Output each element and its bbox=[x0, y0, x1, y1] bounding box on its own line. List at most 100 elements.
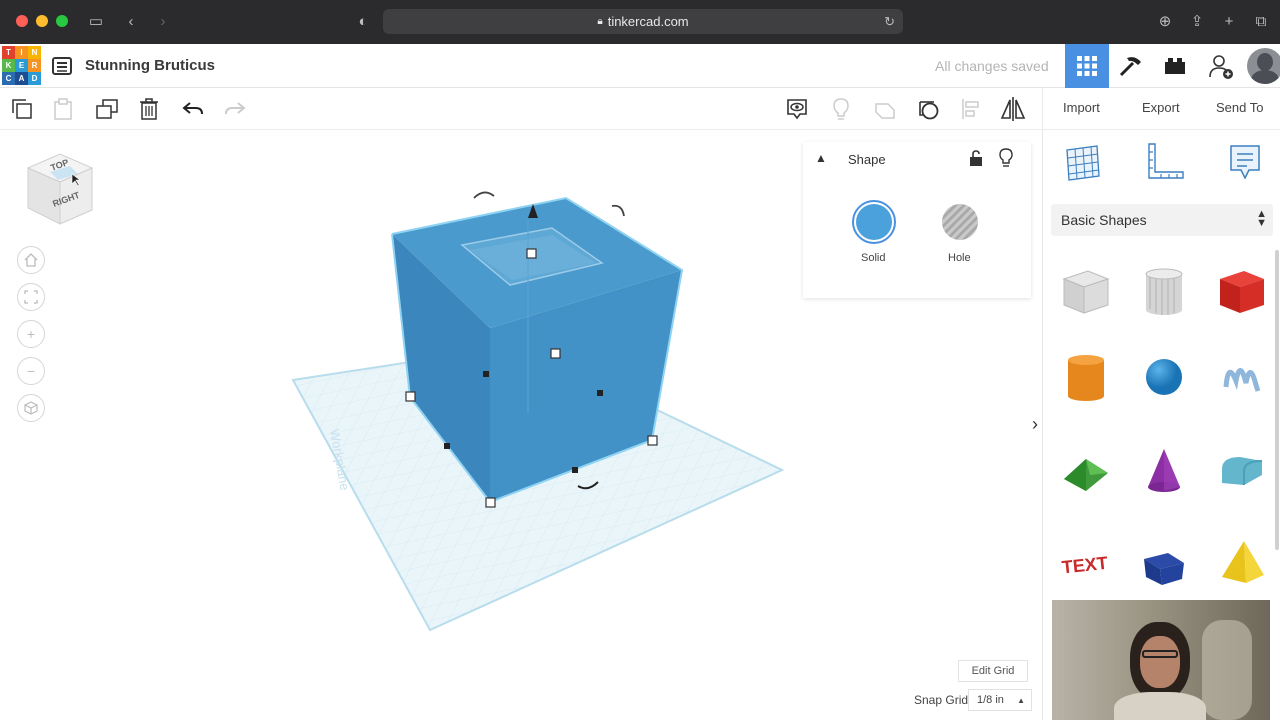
edge-handle[interactable] bbox=[444, 443, 450, 449]
workplane-tool-icon[interactable] bbox=[1063, 142, 1103, 187]
new-tab-icon[interactable]: + bbox=[1218, 12, 1240, 32]
shape-half-sphere[interactable] bbox=[1135, 534, 1193, 592]
shape-round-roof[interactable] bbox=[1213, 442, 1271, 500]
shape-panel-title: Shape bbox=[848, 152, 886, 167]
design-title[interactable]: Stunning Bruticus bbox=[85, 57, 215, 74]
notes-visibility-icon[interactable] bbox=[782, 94, 812, 124]
mirror-icon[interactable] bbox=[998, 94, 1028, 124]
close-window-button[interactable] bbox=[16, 15, 28, 27]
collapse-sidebar-icon[interactable]: › bbox=[1032, 414, 1038, 435]
edge-handle[interactable] bbox=[597, 390, 603, 396]
fit-icon bbox=[24, 290, 38, 304]
back-icon[interactable]: ‹ bbox=[120, 12, 142, 32]
logo-letter: K bbox=[2, 59, 15, 72]
shape-cylinder-hole[interactable] bbox=[1135, 262, 1193, 320]
forward-icon[interactable]: › bbox=[152, 12, 174, 32]
share-icon[interactable]: ⇪ bbox=[1186, 12, 1208, 32]
hole-label: Hole bbox=[948, 252, 971, 264]
edge-handle[interactable] bbox=[572, 467, 578, 473]
tinkercad-logo[interactable]: T I N K E R C A D bbox=[2, 46, 41, 85]
downloads-icon[interactable]: ⊕ bbox=[1154, 12, 1176, 32]
shape-roof[interactable] bbox=[1057, 442, 1115, 500]
align-icon[interactable] bbox=[956, 94, 986, 124]
lock-icon[interactable] bbox=[969, 149, 983, 172]
sidebar-scrollbar[interactable] bbox=[1275, 250, 1279, 550]
redo-icon[interactable] bbox=[220, 94, 250, 124]
lightbulb-icon[interactable] bbox=[826, 94, 856, 124]
shape-pyramid[interactable] bbox=[1213, 534, 1271, 592]
fit-view-button[interactable] bbox=[17, 283, 45, 311]
shape-inspector: ▲ Shape Solid Hole bbox=[803, 142, 1031, 298]
toolbar-divider bbox=[1042, 88, 1043, 130]
collapse-panel-icon[interactable]: ▲ bbox=[815, 151, 827, 165]
perspective-button[interactable] bbox=[17, 394, 45, 422]
reload-icon[interactable]: ↻ bbox=[884, 14, 895, 30]
solid-label: Solid bbox=[861, 252, 886, 264]
shape-sphere[interactable] bbox=[1135, 348, 1193, 406]
sidebar-toggle-icon[interactable]: ▭ bbox=[85, 12, 107, 32]
visibility-lightbulb-icon[interactable] bbox=[999, 148, 1013, 173]
solid-color-button[interactable] bbox=[852, 200, 896, 244]
shape-text[interactable]: TEXT bbox=[1057, 534, 1115, 592]
ruler-tool-icon[interactable] bbox=[1143, 142, 1187, 187]
logo-letter: C bbox=[2, 72, 15, 85]
design-list-icon[interactable] bbox=[40, 44, 84, 88]
logo-letter: T bbox=[2, 46, 15, 59]
shape-scribble[interactable] bbox=[1213, 348, 1271, 406]
app-header: T I N K E R C A D Stunning Bruticus All … bbox=[0, 44, 1280, 88]
paste-icon[interactable] bbox=[48, 94, 78, 124]
delete-icon[interactable] bbox=[134, 94, 164, 124]
height-handle[interactable] bbox=[526, 248, 537, 259]
snap-grid-select[interactable]: 1/8 in ▲ bbox=[968, 689, 1032, 711]
group-icon[interactable] bbox=[870, 94, 900, 124]
shape-cone[interactable] bbox=[1135, 442, 1193, 500]
corner-handle-left[interactable] bbox=[405, 391, 416, 402]
logo-letter: I bbox=[15, 46, 28, 59]
corner-handle-right[interactable] bbox=[647, 435, 658, 446]
edge-handle[interactable] bbox=[483, 371, 489, 377]
corner-handle-front[interactable] bbox=[485, 497, 496, 508]
shape-library-select[interactable]: Basic Shapes ▲ ▼ bbox=[1051, 204, 1273, 236]
text-shape-label: TEXT bbox=[1061, 553, 1109, 578]
rotate-handle-y[interactable] bbox=[611, 204, 625, 217]
home-view-button[interactable] bbox=[17, 246, 45, 274]
logo-letter: E bbox=[15, 59, 28, 72]
minimize-window-button[interactable] bbox=[36, 15, 48, 27]
select-arrows-icon: ▲ ▼ bbox=[1256, 208, 1267, 229]
3d-design-view-button[interactable] bbox=[1065, 44, 1109, 88]
duplicate-icon[interactable] bbox=[92, 94, 122, 124]
address-bar[interactable]: 🔒︎ tinkercad.com ↻ bbox=[383, 9, 903, 34]
browser-toolbar: ▭ ‹ › ◐ 🔒︎ tinkercad.com ↻ ⊕ ⇪ + ⧉ bbox=[0, 0, 1280, 44]
shape-box-hole[interactable] bbox=[1057, 262, 1115, 320]
user-avatar[interactable] bbox=[1243, 44, 1280, 88]
minus-icon: − bbox=[26, 363, 36, 379]
undo-icon[interactable] bbox=[178, 94, 208, 124]
copy-icon[interactable] bbox=[7, 94, 37, 124]
zoom-out-button[interactable]: − bbox=[17, 357, 45, 385]
send-to-button[interactable]: Send To bbox=[1216, 100, 1263, 115]
snap-grid-value: 1/8 in bbox=[977, 694, 1004, 706]
rotate-handle-x[interactable] bbox=[473, 191, 495, 199]
blocks-view-icon[interactable] bbox=[1109, 44, 1153, 88]
maximize-window-button[interactable] bbox=[56, 15, 68, 27]
save-status: All changes saved bbox=[935, 58, 1049, 74]
editor-toolbar: Import Export Send To bbox=[0, 88, 1280, 130]
invite-user-icon[interactable] bbox=[1199, 44, 1243, 88]
ungroup-icon[interactable] bbox=[914, 94, 944, 124]
center-handle[interactable] bbox=[550, 348, 561, 359]
import-button[interactable]: Import bbox=[1063, 100, 1100, 115]
notes-tool-icon[interactable] bbox=[1227, 142, 1263, 187]
privacy-shield-icon[interactable]: ◐ bbox=[352, 12, 374, 32]
edit-grid-button[interactable]: Edit Grid bbox=[958, 660, 1028, 682]
viewcube[interactable]: TOP RIGHT bbox=[22, 150, 94, 228]
shape-cylinder[interactable] bbox=[1057, 348, 1115, 406]
logo-letter: A bbox=[15, 72, 28, 85]
shape-box[interactable] bbox=[1213, 262, 1271, 320]
bricks-view-icon[interactable] bbox=[1153, 44, 1197, 88]
avatar-image bbox=[1247, 48, 1280, 84]
zoom-in-button[interactable]: + bbox=[17, 320, 45, 348]
hole-button[interactable] bbox=[942, 204, 978, 240]
tab-overview-icon[interactable]: ⧉ bbox=[1250, 12, 1272, 32]
export-button[interactable]: Export bbox=[1142, 100, 1180, 115]
webcam-overlay bbox=[1052, 600, 1270, 720]
